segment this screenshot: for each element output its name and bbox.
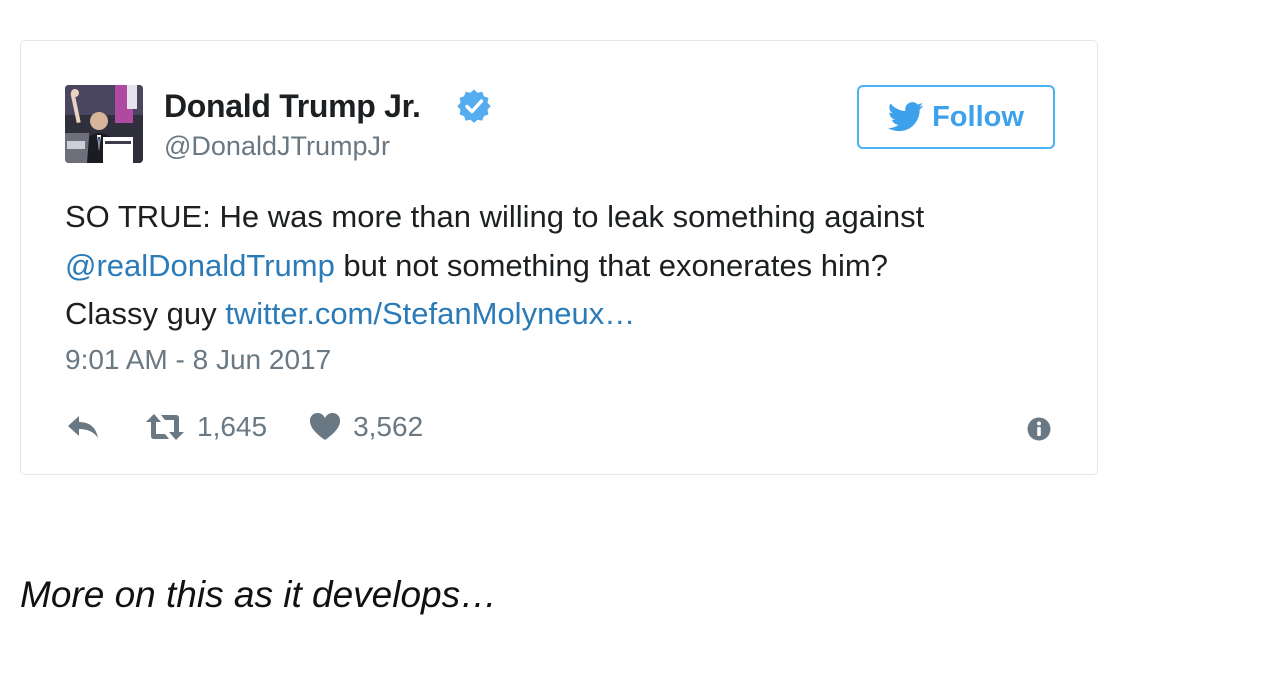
retweet-button[interactable]: 1,645 <box>145 411 267 443</box>
retweet-icon <box>146 414 184 440</box>
author-handle[interactable]: @DonaldJTrumpJr <box>164 131 390 162</box>
tweet-text-part3: Classy guy <box>65 296 226 331</box>
info-icon[interactable] <box>1027 417 1051 441</box>
author-display-name[interactable]: Donald Trump Jr. <box>164 88 421 125</box>
tweet-actions: 1,645 3,562 <box>65 405 423 449</box>
follow-button-label: Follow <box>932 100 1024 133</box>
reply-icon <box>68 416 98 438</box>
follow-button[interactable]: Follow <box>857 85 1055 149</box>
like-button[interactable]: 3,562 <box>309 411 423 443</box>
heart-icon <box>310 413 341 440</box>
profile-photo-icon <box>65 85 143 163</box>
tweet-text-part2: but not something that exonerates him? <box>334 247 888 283</box>
reply-button[interactable] <box>65 412 101 442</box>
embedded-tweet-card: Donald Trump Jr. @DonaldJTrumpJr Follow … <box>20 40 1098 475</box>
article-footer-text: More on this as it develops… <box>20 574 498 615</box>
tweet-text-part1: SO TRUE: He was more than willing to lea… <box>65 199 925 234</box>
retweet-count: 1,645 <box>197 411 268 442</box>
tweet-text: SO TRUE: He was more than willing to lea… <box>65 193 1065 339</box>
mention-link[interactable]: @realDonaldTrump <box>65 248 335 283</box>
tweet-url-link[interactable]: twitter.com/StefanMolyneux… <box>225 296 635 331</box>
author-avatar[interactable] <box>65 85 143 163</box>
twitter-bird-icon <box>888 102 924 132</box>
tweet-timestamp[interactable]: 9:01 AM - 8 Jun 2017 <box>65 344 331 376</box>
verified-badge-icon <box>457 89 491 123</box>
like-count: 3,562 <box>353 411 424 442</box>
